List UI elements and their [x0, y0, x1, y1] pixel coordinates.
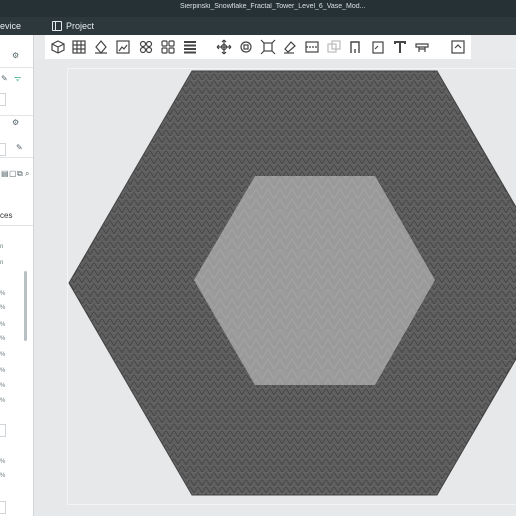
layers-button[interactable] — [449, 38, 467, 56]
field-value: % — [0, 336, 6, 342]
support-icon — [350, 41, 360, 53]
scale-button[interactable] — [259, 38, 277, 56]
menubar: evice Project — [0, 17, 516, 35]
model-render[interactable] — [34, 59, 516, 516]
support-button[interactable] — [347, 38, 365, 56]
divider — [0, 157, 33, 158]
copy-icon[interactable]: ▢ — [9, 170, 17, 178]
3d-viewport[interactable] — [34, 59, 516, 516]
list-button[interactable] — [181, 38, 199, 56]
wifi-icon[interactable]: ᯤ — [14, 75, 21, 83]
field-value: % — [0, 383, 6, 389]
filament-select[interactable] — [0, 143, 6, 156]
move-icon — [216, 39, 232, 55]
filament-settings-icon[interactable]: ⚙ — [12, 119, 19, 127]
field-value: n — [0, 260, 4, 266]
divider — [0, 67, 33, 68]
arrange-icon — [161, 40, 175, 54]
field-value: % — [0, 322, 6, 328]
rotate-icon — [240, 41, 252, 53]
text-icon — [394, 41, 406, 53]
add-cube-button[interactable] — [49, 38, 67, 56]
boolean-icon — [327, 40, 341, 53]
orient-button[interactable] — [92, 38, 110, 56]
project-icon — [52, 21, 62, 31]
window-title: Sierpinski_Snowflake_Fractal_Tower_Level… — [180, 3, 366, 10]
field-value: % — [0, 459, 6, 465]
boolean-button[interactable] — [325, 38, 343, 56]
field-value: % — [0, 473, 6, 479]
auto-arrange-icon — [139, 40, 153, 54]
tab-project-label: Project — [66, 21, 95, 31]
search-icon[interactable]: ⌕ — [25, 170, 29, 178]
field-value: % — [0, 398, 6, 404]
edit-icon[interactable]: ✎ — [1, 75, 8, 83]
toolbar — [45, 35, 471, 59]
paint-icon — [284, 41, 296, 54]
grid-button[interactable] — [70, 38, 88, 56]
arrange-button[interactable] — [159, 38, 177, 56]
grid-icon — [72, 40, 86, 54]
layers-icon — [451, 40, 465, 54]
image-button[interactable] — [114, 38, 132, 56]
left-sidebar: ⚙ ✎ ᯤ ⚙ ✎ ▤ ▢ ⧉ ⌕ ces n n % % % % % % % … — [0, 35, 34, 516]
field-value: % — [0, 291, 6, 297]
input-field[interactable] — [0, 424, 6, 437]
add-cube-icon — [51, 40, 65, 54]
move-button[interactable] — [215, 38, 233, 56]
divider — [0, 115, 33, 116]
seam-icon — [372, 41, 384, 54]
sidebar-scrollbar[interactable] — [24, 271, 27, 341]
seam-button[interactable] — [369, 38, 387, 56]
paint-button[interactable] — [281, 38, 299, 56]
measure-icon — [415, 43, 429, 52]
field-value: % — [0, 352, 6, 358]
cut-icon — [305, 41, 319, 53]
settings-icon[interactable]: ⚙ — [12, 52, 19, 60]
text-button[interactable] — [391, 38, 409, 56]
divider — [0, 225, 33, 226]
printer-select[interactable] — [0, 93, 6, 106]
measure-button[interactable] — [413, 38, 431, 56]
input-field[interactable] — [0, 501, 6, 514]
tab-project[interactable]: Project — [52, 19, 94, 33]
tab-device[interactable]: evice — [0, 21, 21, 31]
cut-button[interactable] — [303, 38, 321, 56]
rotate-button[interactable] — [237, 38, 255, 56]
compare-icon[interactable]: ⧉ — [17, 170, 23, 178]
window-titlebar: Sierpinski_Snowflake_Fractal_Tower_Level… — [0, 0, 516, 17]
save-icon[interactable]: ▤ — [1, 170, 9, 178]
list-icon — [184, 41, 196, 54]
field-value: % — [0, 305, 6, 311]
field-value: n — [0, 244, 4, 250]
section-label: ces — [0, 211, 13, 220]
field-value: % — [0, 368, 6, 374]
orient-icon — [95, 40, 107, 54]
edit-filament-icon[interactable]: ✎ — [16, 144, 23, 152]
scale-icon — [260, 39, 276, 55]
image-icon — [116, 40, 130, 54]
auto-arrange-button[interactable] — [137, 38, 155, 56]
